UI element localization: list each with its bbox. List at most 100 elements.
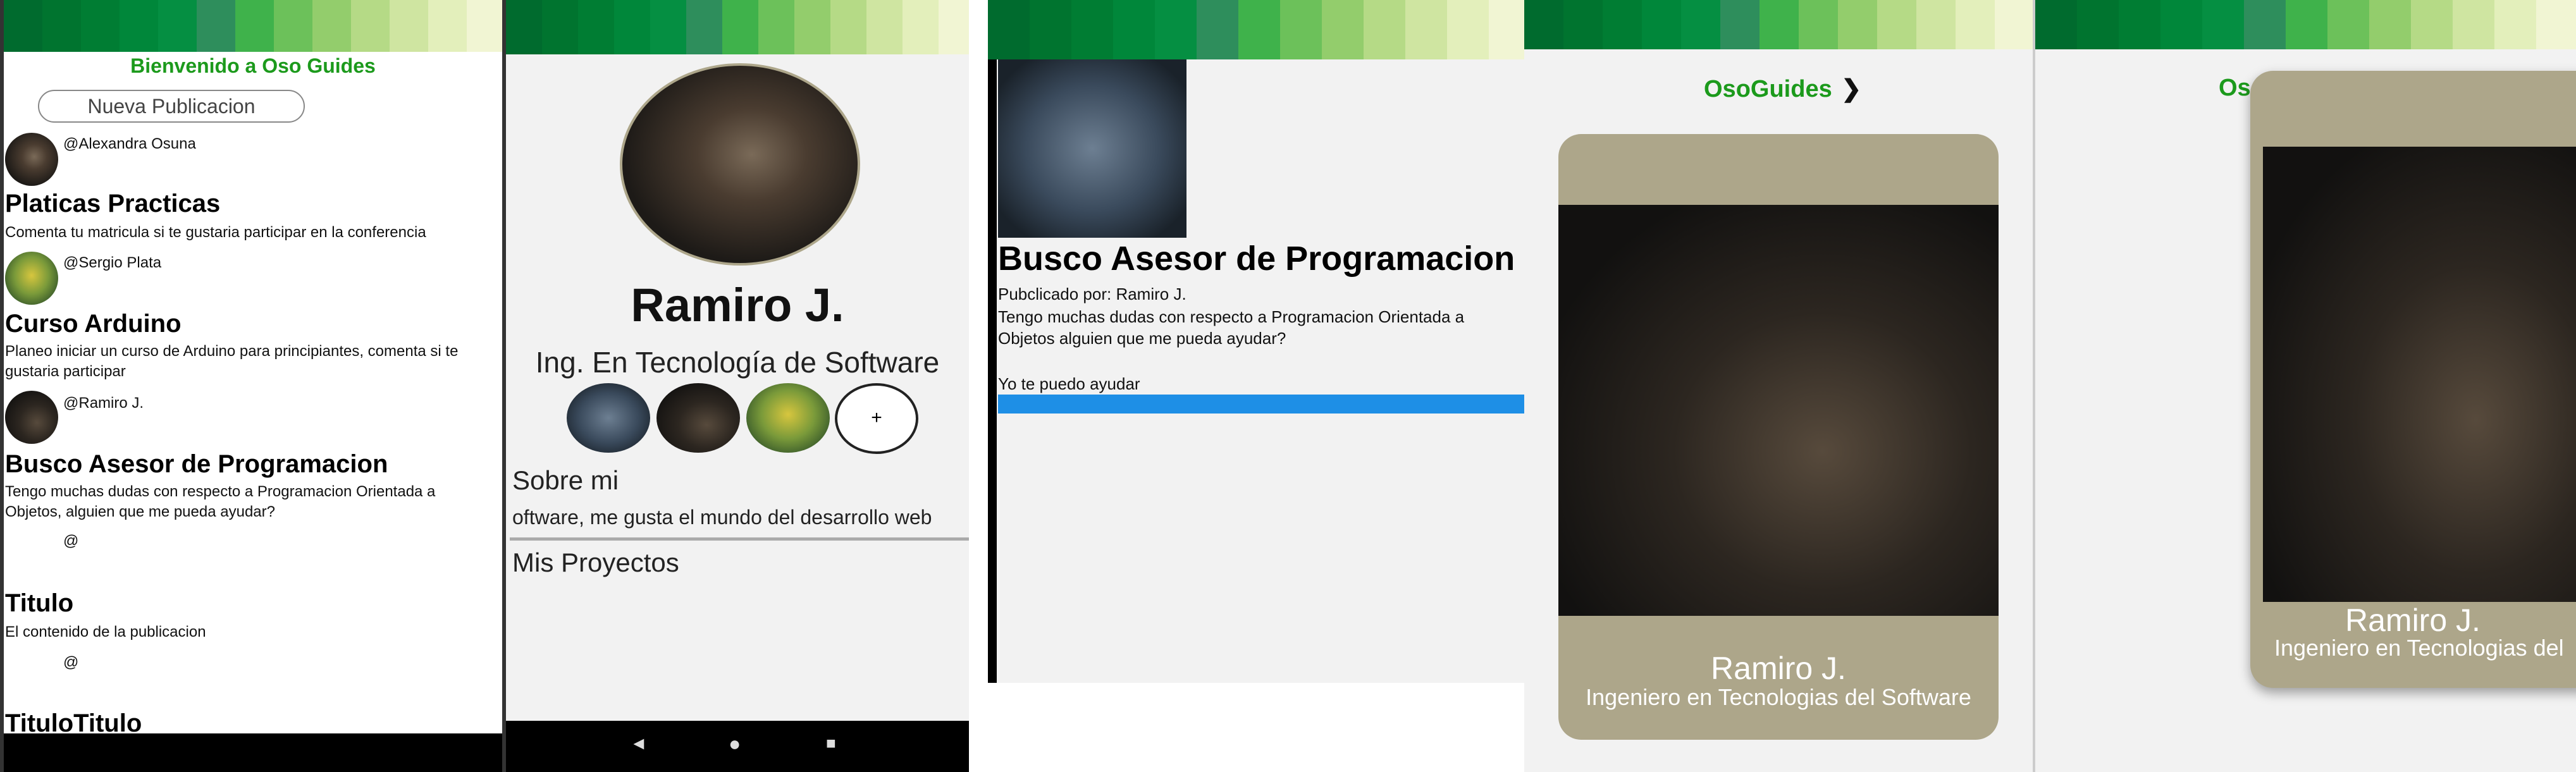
post-body: Planeo iniciar un curso de Arduino para … [5, 343, 459, 380]
avatar[interactable] [5, 133, 58, 186]
post-body: Tengo muchas dudas con respecto a Progra… [998, 307, 1465, 348]
header-stripe [1405, 0, 1447, 59]
brand-label: OsoGuides [1704, 76, 1832, 102]
post-handle[interactable]: @Sergio Plata [63, 254, 161, 272]
header-stripe [1071, 0, 1113, 59]
project-thumbnail[interactable] [746, 383, 830, 453]
header-stripes [1524, 0, 2033, 49]
header-stripe [866, 0, 903, 54]
header-stripe [1364, 0, 1405, 59]
back-icon[interactable]: ◄ [630, 733, 648, 754]
card-transition-screen: Os Ramiro J. Ingeniero en Tecnologias de… [2035, 0, 2576, 772]
header-stripe [428, 0, 467, 52]
home-icon[interactable]: ● [729, 732, 741, 756]
avatar[interactable] [5, 252, 58, 305]
post-handle[interactable]: @ [63, 532, 78, 550]
author-photo[interactable] [998, 59, 1186, 238]
header-stripes [2035, 0, 2576, 49]
header-stripe [274, 0, 312, 52]
header-stripe [4, 0, 42, 52]
post-handle[interactable]: @Ramiro J. [63, 395, 144, 412]
post-title[interactable]: Platicas Practicas [5, 190, 220, 218]
card-name: Ramiro J. [1711, 651, 1846, 686]
recent-apps-icon[interactable]: ■ [826, 733, 836, 753]
card-photo [1558, 205, 1999, 616]
brand-title-partial: Os [2219, 75, 2251, 101]
header-stripe [42, 0, 81, 52]
avatar[interactable] [5, 391, 58, 444]
profile-career: Ing. En Tecnología de Software [535, 346, 940, 379]
project-thumbnail[interactable] [567, 383, 650, 453]
post-body: El contenido de la publicacion [5, 623, 206, 640]
post-title[interactable]: Curso Arduino [5, 310, 182, 338]
brand-title[interactable]: OsoGuides ❯ [1704, 75, 1861, 103]
header-stripe [758, 0, 794, 54]
about-heading: Sobre mi [512, 465, 619, 495]
header-stripe [1995, 0, 2033, 49]
header-stripe [988, 0, 1030, 59]
header-stripe [1681, 0, 1720, 49]
header-stripe [2327, 0, 2369, 49]
header-stripe [1603, 0, 1642, 49]
android-nav-bar: ◄ ● ■ [506, 721, 969, 772]
header-stripe [1916, 0, 1956, 49]
post-title[interactable]: Titulo [5, 589, 73, 618]
header-stripe [506, 0, 542, 54]
header-stripe [1799, 0, 1838, 49]
header-stripes [506, 0, 969, 54]
header-stripe [2077, 0, 2119, 49]
chevron-right-icon[interactable]: ❯ [1841, 76, 1861, 102]
post-handle[interactable]: @ [63, 654, 78, 671]
profile-screen: Ramiro J. Ing. En Tecnología de Software… [506, 0, 969, 772]
header-stripe [1642, 0, 1681, 49]
header-stripe [2494, 0, 2536, 49]
header-stripe [686, 0, 722, 54]
post-detail-screen: Busco Asesor de Programacion Pubclicado … [988, 0, 1524, 772]
add-project-button[interactable]: + [835, 383, 918, 454]
header-stripe [2119, 0, 2160, 49]
welcome-title: Bienvenido a Oso Guides [130, 54, 376, 77]
post-body: Comenta tu matricula si te gustaria part… [5, 224, 426, 241]
card-subtitle: Ingeniero en Tecnologias del [2274, 635, 2564, 661]
header-stripe [542, 0, 578, 54]
header-stripe [1322, 0, 1364, 59]
header-stripe [1524, 0, 1563, 49]
profile-card[interactable]: Ramiro J. Ingeniero en Tecnologias del S… [1558, 134, 1999, 740]
card-name: Ramiro J. [2345, 603, 2480, 638]
header-stripe [1030, 0, 1071, 59]
post-handle[interactable]: @Alexandra Osuna [63, 135, 196, 153]
post-title[interactable]: Busco Asesor de Programacion [5, 450, 388, 479]
author-line: Pubclicado por: Ramiro J. [998, 285, 1186, 303]
header-stripe [1155, 0, 1197, 59]
header-stripe [903, 0, 939, 54]
project-thumbnail[interactable] [656, 383, 740, 453]
header-stripe [1489, 0, 1524, 59]
post-title: Busco Asesor de Programacion [998, 240, 1515, 278]
profile-photo[interactable] [620, 63, 860, 266]
new-post-input[interactable]: Nueva Publicacion [38, 90, 305, 123]
header-stripe [1759, 0, 1799, 49]
card-subtitle: Ingeniero en Tecnologias del Software [1586, 684, 1971, 710]
header-stripes [4, 0, 502, 52]
header-stripe [1956, 0, 1995, 49]
header-stripe [2411, 0, 2453, 49]
header-stripe [467, 0, 502, 52]
header-stripe [830, 0, 866, 54]
header-stripe [1238, 0, 1280, 59]
header-stripe [81, 0, 120, 52]
header-stripe [2453, 0, 2494, 49]
header-stripe [158, 0, 197, 52]
header-stripe [390, 0, 428, 52]
header-stripe [1720, 0, 1759, 49]
header-stripe [1113, 0, 1155, 59]
bottom-bar [4, 733, 502, 772]
header-stripe [2160, 0, 2202, 49]
header-stripe [1838, 0, 1877, 49]
header-stripe [650, 0, 686, 54]
profile-card[interactable]: Ramiro J. Ingeniero en Tecnologias del [2250, 71, 2576, 688]
header-stripe [794, 0, 830, 54]
header-stripe [2202, 0, 2244, 49]
header-stripe [120, 0, 158, 52]
reply-submit-bar[interactable] [998, 395, 1524, 414]
header-stripe [939, 0, 969, 54]
